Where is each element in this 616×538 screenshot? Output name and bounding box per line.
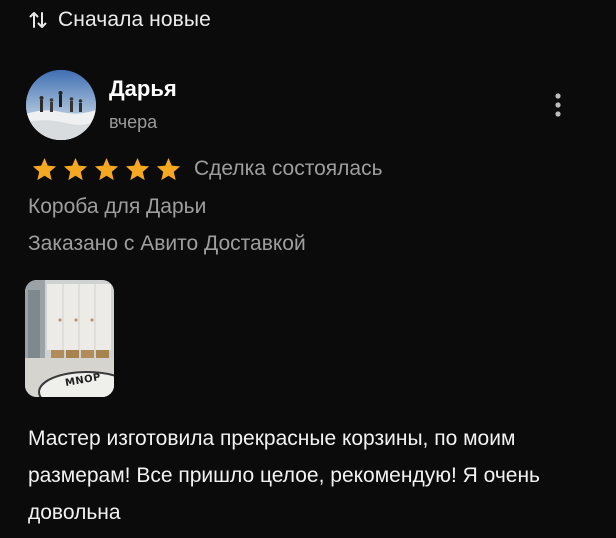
rating-row: Сделка состоялась bbox=[31, 153, 383, 185]
review-photo[interactable]: MNOP bbox=[25, 280, 114, 397]
star-icon bbox=[125, 157, 150, 180]
more-vertical-icon bbox=[555, 93, 561, 117]
deal-status: Сделка состоялась bbox=[194, 157, 383, 180]
author-name[interactable]: Дарья bbox=[109, 76, 177, 102]
star-icon bbox=[32, 157, 57, 180]
sort-toggle[interactable]: Сначала новые bbox=[28, 4, 211, 36]
avatar-photo bbox=[26, 70, 96, 140]
sort-arrows-icon bbox=[28, 10, 48, 30]
review-date: вчера bbox=[109, 112, 158, 132]
item-title: Короба для Дарьи bbox=[28, 195, 207, 218]
star-icon bbox=[94, 157, 119, 180]
rating-stars bbox=[31, 156, 182, 183]
star-icon bbox=[156, 157, 181, 180]
star-icon bbox=[63, 157, 88, 180]
review-text: Мастер изготовила прекрасные корзины, по… bbox=[28, 427, 540, 524]
delivery-info: Заказано с Авито Доставкой bbox=[28, 232, 306, 255]
more-options-button[interactable] bbox=[546, 88, 570, 122]
avatar[interactable] bbox=[26, 70, 96, 140]
sort-label: Сначала новые bbox=[58, 8, 211, 31]
